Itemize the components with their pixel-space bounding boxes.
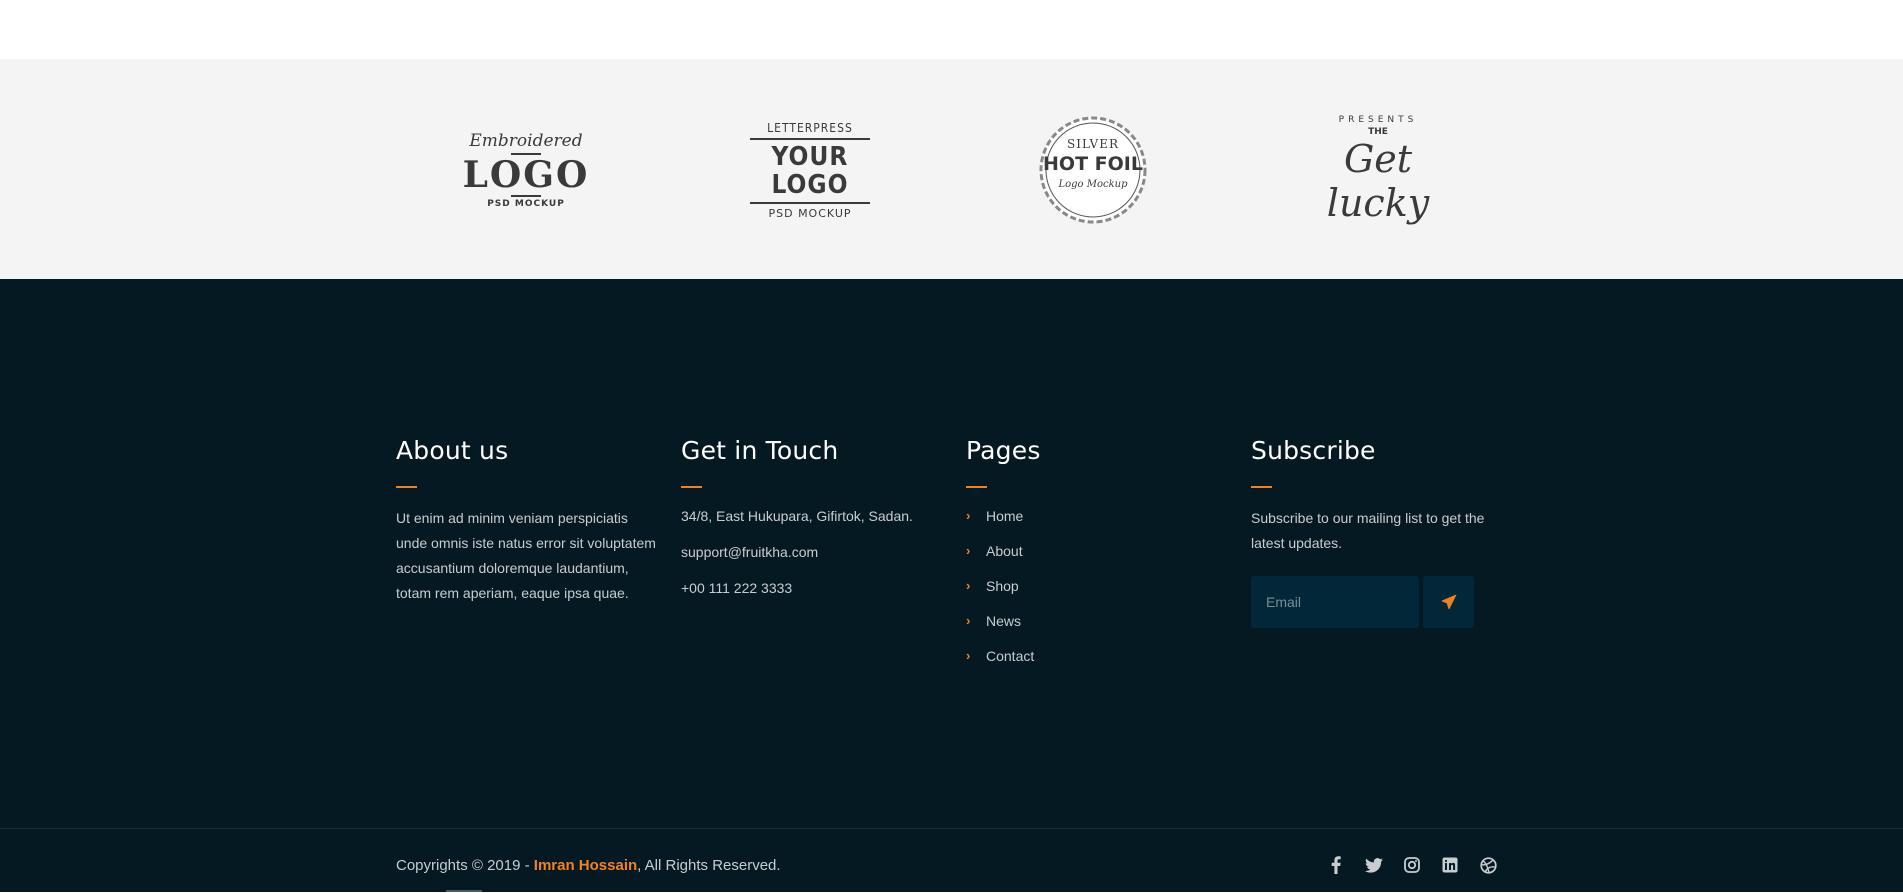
subscribe-send-button[interactable] (1423, 576, 1474, 628)
subscribe-text: Subscribe to our mailing list to get the… (1251, 510, 1485, 551)
letterpress-logo-line1: LETTERPRESS (767, 120, 853, 135)
contact-email[interactable]: support@fruitkha.com (681, 542, 941, 562)
email-input[interactable] (1251, 576, 1419, 628)
dribbble-icon[interactable] (1478, 855, 1498, 875)
chevron-right-icon: › (966, 648, 971, 663)
letterpress-logo: LETTERPRESS YOUR LOGO PSD MOCKUP (740, 112, 880, 228)
letterpress-logo-line2: YOUR LOGO (771, 141, 849, 200)
subscribe-title-underline (1251, 486, 1272, 488)
chevron-right-icon: › (966, 578, 971, 593)
page-link-label: About (986, 543, 1023, 559)
instagram-icon[interactable] (1402, 855, 1422, 875)
site-footer: About us Ut enim ad minim veniam perspic… (0, 279, 1903, 892)
about-text: Ut enim ad minim veniam perspiciatis und… (396, 510, 656, 601)
contact-title: Get in Touch (681, 436, 839, 465)
silver-hot-foil-line3: Logo Mockup (1058, 179, 1128, 190)
copyright-suffix: , All Rights Reserved. (637, 857, 781, 874)
embroidered-logo: Embroidered LOGO PSD MOCKUP (456, 112, 596, 228)
silver-hot-foil-line1: SILVER (1067, 137, 1119, 151)
author-link[interactable]: Imran Hossain (534, 857, 637, 874)
social-links (1326, 855, 1498, 875)
page-link-home[interactable]: › Home (966, 506, 1226, 526)
footer-bottom-bar: Copyrights © 2019 - Imran Hossain, All R… (0, 828, 1903, 893)
get-lucky-logo: PRESENTS THE Get lucky (1308, 112, 1448, 228)
silver-hot-foil-line2: HOT FOIL (1043, 153, 1143, 175)
letterpress-logo-line3: PSD MOCKUP (768, 206, 852, 220)
footer-about-column: About us Ut enim ad minim veniam perspic… (396, 434, 656, 606)
linkedin-icon[interactable] (1440, 855, 1460, 875)
page-link-shop[interactable]: › Shop (966, 576, 1226, 596)
get-lucky-line3: Get lucky (1326, 137, 1430, 225)
page-link-label: Contact (986, 648, 1035, 664)
embroidered-logo-line1: Embroidered (469, 131, 583, 151)
contact-phone: +00 111 222 3333 (681, 580, 793, 596)
chevron-right-icon: › (966, 543, 971, 558)
copyright-prefix: Copyrights © 2019 - (396, 857, 534, 874)
about-title-underline (396, 486, 417, 488)
footer-pages-column: Pages › Home › About › Shop › News › Con… (966, 434, 1226, 681)
page-link-label: Home (986, 508, 1024, 524)
page-link-label: News (986, 613, 1022, 629)
page-link-label: Shop (986, 578, 1019, 594)
page-link-about[interactable]: › About (966, 541, 1226, 561)
chevron-right-icon: › (966, 613, 971, 628)
subscribe-title: Subscribe (1251, 436, 1376, 465)
paper-plane-icon (1441, 594, 1456, 610)
embroidered-logo-line3: PSD MOCKUP (487, 199, 565, 209)
top-blank-area (0, 0, 1903, 59)
partner-logos-strip: Embroidered LOGO PSD MOCKUP LETTERPRESS … (0, 59, 1903, 279)
subscribe-form (1251, 576, 1511, 628)
footer-subscribe-column: Subscribe Subscribe to our mailing list … (1251, 434, 1511, 628)
about-title: About us (396, 436, 509, 465)
embroidered-logo-line2: LOGO (462, 154, 590, 196)
contact-title-underline (681, 486, 702, 488)
chevron-right-icon: › (966, 508, 971, 523)
facebook-icon[interactable] (1326, 855, 1346, 875)
get-lucky-line2: THE (1368, 127, 1388, 137)
copyright-text: Copyrights © 2019 - Imran Hossain, All R… (396, 857, 781, 874)
page-link-news[interactable]: › News (966, 611, 1226, 631)
footer-contact-column: Get in Touch 34/8, East Hukupara, Gifirt… (681, 434, 941, 614)
silver-hot-foil-logo: SILVER HOT FOIL Logo Mockup (1023, 112, 1163, 228)
page-link-contact[interactable]: › Contact (966, 646, 1226, 666)
pages-title: Pages (966, 436, 1041, 465)
twitter-icon[interactable] (1364, 855, 1384, 875)
pages-title-underline (966, 486, 987, 488)
contact-address: 34/8, East Hukupara, Gifirtok, Sadan. (681, 508, 913, 524)
get-lucky-line1: PRESENTS (1338, 115, 1418, 125)
